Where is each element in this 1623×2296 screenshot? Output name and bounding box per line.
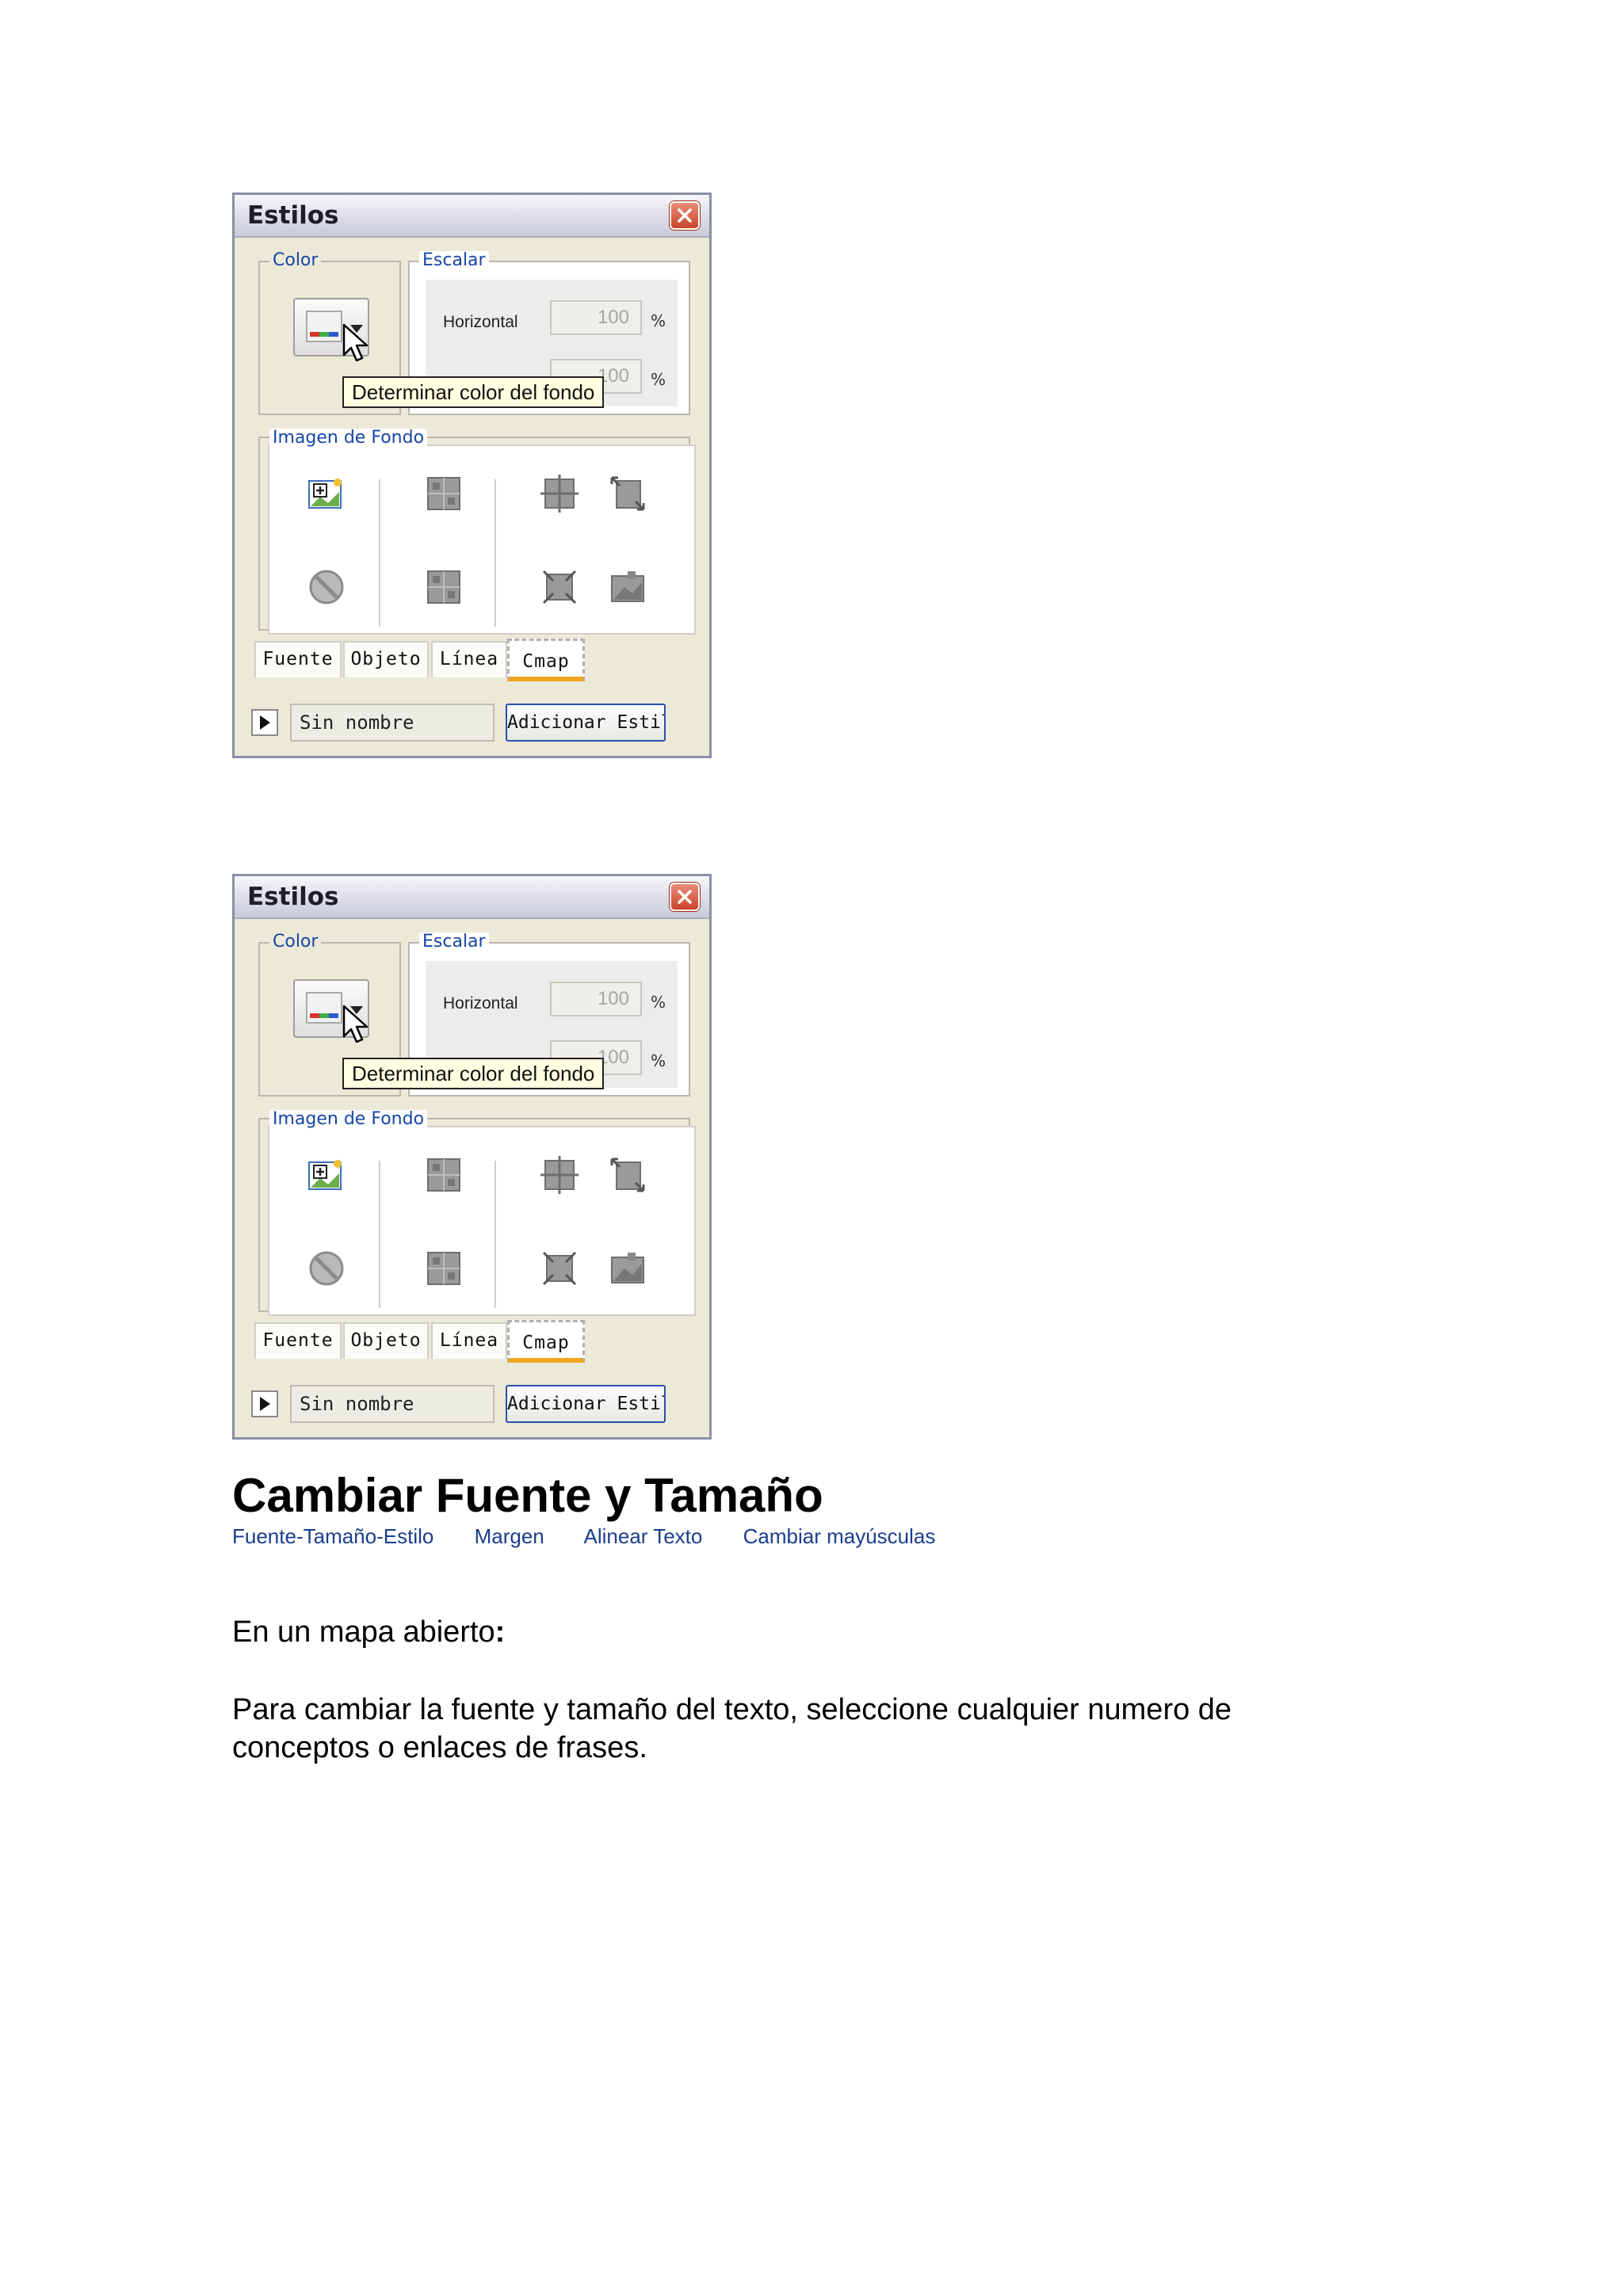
tile-icon[interactable] (425, 475, 463, 513)
intro-paragraph: En un mapa abierto: (232, 1613, 1365, 1651)
fill-image-icon[interactable] (609, 1249, 647, 1287)
expand-button[interactable] (251, 709, 278, 736)
horizontal-label: Horizontal (443, 313, 518, 331)
tab-objeto[interactable]: Objeto (343, 1322, 429, 1359)
fit-image-icon[interactable] (540, 568, 579, 606)
imagen-fondo-panel (268, 1126, 696, 1316)
add-image-icon[interactable] (307, 1156, 346, 1194)
link-alinear-texto[interactable]: Alinear Texto (584, 1524, 703, 1548)
tile-icon[interactable] (425, 1156, 463, 1194)
play-arrow-icon (260, 1397, 270, 1411)
color-group-label: Color (269, 251, 322, 270)
dialog-titlebar[interactable]: Estilos (235, 876, 709, 919)
color-group-label: Color (269, 933, 322, 952)
intro-colon: : (495, 1615, 506, 1649)
escalar-group-label: Escalar (419, 933, 489, 952)
tooltip: Determinar color del fondo (342, 376, 605, 408)
fit-image-icon[interactable] (540, 1249, 579, 1287)
color-swatch-icon (306, 992, 342, 1024)
tab-cmap[interactable]: Cmap (507, 639, 585, 681)
link-margen[interactable]: Margen (475, 1524, 544, 1548)
style-name-input[interactable]: Sin nombre (290, 1385, 495, 1423)
tile-icon[interactable] (425, 568, 463, 606)
body-paragraph: Para cambiar la fuente y tamaño del text… (232, 1693, 1232, 1764)
imagen-fondo-panel (268, 444, 696, 635)
add-style-button[interactable]: Adicionar Estilo (506, 1385, 666, 1423)
estilos-dialog: Estilos Color Escalar Horizontal 100 % 1… (232, 874, 712, 1440)
stretch-image-icon[interactable] (609, 1156, 647, 1194)
mouse-cursor-icon (342, 1005, 369, 1043)
close-button[interactable] (670, 201, 700, 230)
no-image-icon[interactable] (307, 1249, 346, 1287)
link-fuente-tamano-estilo[interactable]: Fuente-Tamaño-Estilo (232, 1524, 433, 1548)
close-icon (678, 208, 692, 223)
color-swatch-icon (306, 311, 342, 342)
tab-objeto[interactable]: Objeto (343, 641, 429, 677)
add-image-icon[interactable] (307, 475, 346, 513)
imagen-group-label: Imagen de Fondo (269, 429, 428, 448)
vertical-percent: % (651, 1051, 666, 1070)
tab-fuente[interactable]: Fuente (254, 1322, 342, 1359)
no-image-icon[interactable] (307, 568, 346, 606)
center-image-icon[interactable] (540, 1156, 579, 1194)
tab-fuente[interactable]: Fuente (254, 641, 342, 677)
tab-linea[interactable]: Línea (431, 1322, 507, 1359)
horizontal-scale-input[interactable]: 100 (550, 300, 642, 335)
play-arrow-icon (260, 715, 270, 730)
vertical-percent: % (651, 370, 666, 389)
close-button[interactable] (670, 883, 700, 911)
tab-cmap[interactable]: Cmap (507, 1320, 585, 1363)
imagen-group-label: Imagen de Fondo (269, 1110, 428, 1129)
add-style-button[interactable]: Adicionar Estilo (506, 704, 666, 742)
mouse-cursor-icon (342, 323, 369, 362)
horizontal-scale-input[interactable]: 100 (550, 982, 642, 1016)
expand-button[interactable] (251, 1390, 278, 1417)
imagen-fondo-group: Imagen de Fondo (258, 429, 696, 635)
horizontal-label: Horizontal (443, 994, 518, 1013)
horizontal-percent: % (651, 311, 666, 330)
fill-image-icon[interactable] (609, 568, 647, 606)
dialog-title: Estilos (247, 201, 339, 230)
tooltip: Determinar color del fondo (342, 1058, 605, 1089)
style-name-input[interactable]: Sin nombre (290, 704, 495, 742)
tile-icon[interactable] (425, 1249, 463, 1287)
imagen-fondo-group: Imagen de Fondo (258, 1110, 696, 1316)
center-image-icon[interactable] (540, 475, 579, 513)
close-icon (678, 890, 692, 904)
page-title: Cambiar Fuente y Tamaño (232, 1469, 823, 1522)
intro-text: En un mapa abierto (232, 1615, 495, 1649)
stretch-image-icon[interactable] (609, 475, 647, 513)
section-links: Fuente-Tamaño-Estilo Margen Alinear Text… (232, 1524, 970, 1549)
horizontal-percent: % (651, 993, 666, 1012)
dialog-titlebar[interactable]: Estilos (235, 195, 709, 238)
link-cambiar-mayusculas[interactable]: Cambiar mayúsculas (743, 1524, 936, 1548)
dialog-title: Estilos (247, 883, 339, 911)
escalar-group-label: Escalar (419, 251, 489, 270)
tab-linea[interactable]: Línea (431, 641, 507, 677)
estilos-dialog: Estilos Color Escalar Horizontal 100 % 1… (232, 193, 712, 758)
